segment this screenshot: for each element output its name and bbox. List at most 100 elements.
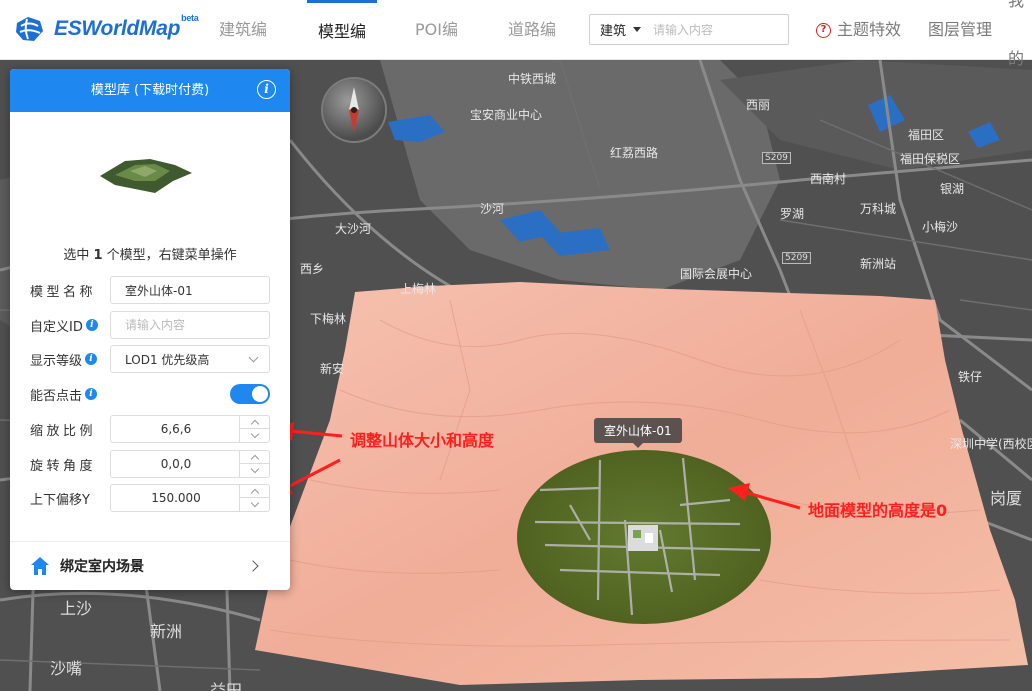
custom-id-field[interactable] — [110, 311, 270, 339]
offset-label: 上下偏移Y — [30, 492, 90, 508]
chevron-up-icon[interactable] — [240, 451, 269, 464]
chevron-down-icon[interactable] — [240, 498, 269, 511]
lod-label-text: 显示等级 — [30, 353, 83, 369]
selection-prefix: 选中 — [63, 248, 94, 263]
map-label: 深圳中学(西校区) — [950, 437, 1032, 451]
offset-value[interactable]: 150.000 — [111, 485, 241, 511]
compass-needle-icon — [349, 87, 359, 133]
map-label: 西丽 — [746, 98, 771, 112]
model-name-row: 模型名称 室外山体-01 — [30, 276, 270, 304]
scale-label: 缩放比例 — [30, 423, 97, 439]
theme-effects-label: 主题特效 — [837, 20, 902, 39]
road-badge: S209 — [762, 152, 791, 164]
map-label: 上梅林 — [400, 282, 437, 296]
rotation-stepper[interactable]: 0,0,0 — [110, 450, 270, 478]
road-badge: 5209 — [782, 252, 811, 264]
logo-text: ESWorldMapbeta — [54, 13, 199, 40]
bind-indoor-scene-button[interactable]: 绑定室内场景 — [10, 541, 290, 590]
map-label: 西乡 — [300, 262, 325, 276]
map-label: 益田 — [210, 681, 243, 691]
map-label: 上沙 — [60, 599, 93, 618]
map-label: 小梅沙 — [922, 220, 959, 234]
map-label: 宝安商业中心 — [470, 108, 543, 122]
tab-road[interactable]: 道路编 — [508, 0, 556, 60]
map-label: 中铁西城 — [508, 72, 557, 86]
scale-stepper[interactable]: 6,6,6 — [110, 415, 270, 443]
model-name-value: 室外山体-01 — [125, 283, 193, 298]
home-icon — [31, 557, 49, 575]
panel-title: 模型库 (下载时付费) — [90, 83, 210, 98]
chevron-up-icon[interactable] — [240, 485, 269, 498]
annotation-ground-height: 地面模型的高度是0 — [808, 501, 948, 520]
chevron-down-icon[interactable] — [240, 429, 269, 442]
lod-value: LOD1 优先级高 — [125, 352, 210, 367]
panel-header: 模型库 (下载时付费) i — [10, 69, 290, 112]
compass-button[interactable] — [323, 79, 385, 141]
stepper-buttons — [239, 485, 269, 511]
lod-select[interactable]: LOD1 优先级高 — [110, 345, 270, 373]
clickable-label: 能否点击 i — [30, 385, 110, 404]
rotation-row: 旋转角度 0,0,0 — [30, 450, 270, 478]
my-menu-button[interactable]: 我的 — [1008, 0, 1032, 68]
rotation-label: 旋转角度 — [30, 458, 97, 474]
info-icon[interactable]: i — [85, 388, 98, 400]
lod-label: 显示等级 i — [30, 350, 110, 369]
selection-info: 选中 1 个模型，右键菜单操作 — [10, 244, 290, 263]
custom-id-label-text: 自定义ID — [30, 319, 83, 335]
stepper-buttons — [239, 416, 269, 442]
map-label: 铁仔 — [958, 370, 983, 384]
map-label: 西南村 — [810, 172, 847, 186]
clickable-toggle[interactable] — [230, 384, 270, 404]
map-label: 岗厦 — [990, 489, 1023, 508]
chevron-down-icon[interactable] — [240, 464, 269, 477]
theme-effects-button[interactable]: ? 主题特效 — [816, 0, 901, 60]
model-name-label: 模型名称 — [30, 284, 97, 300]
tab-model[interactable]: 模型编 — [307, 0, 377, 60]
chevron-right-icon — [247, 560, 259, 572]
map-label: 沙河 — [480, 202, 505, 216]
search-type-select[interactable]: 建筑 — [590, 20, 642, 39]
search-box: 建筑 — [589, 14, 789, 45]
info-icon[interactable]: i — [257, 80, 276, 99]
offset-row: 上下偏移Y 150.000 — [30, 484, 270, 512]
top-bar: ESWorldMapbeta 建筑编 模型编 POI编 道路编 建筑 ? 主题特… — [0, 0, 1032, 68]
annotation-adjust-size: 调整山体大小和高度 — [350, 431, 495, 450]
clickable-row: 能否点击 i — [30, 380, 270, 408]
globe-logo-icon — [16, 17, 43, 41]
map-label: 银湖 — [940, 182, 965, 196]
tab-poi[interactable]: POI编 — [415, 0, 458, 60]
map-label: 沙嘴 — [50, 659, 83, 678]
info-icon[interactable]: i — [85, 319, 98, 331]
clickable-label-text: 能否点击 — [30, 388, 83, 404]
bind-indoor-scene-label: 绑定室内场景 — [60, 559, 144, 575]
custom-id-row: 自定义ID i — [30, 311, 270, 339]
offset-stepper[interactable]: 150.000 — [110, 484, 270, 512]
map-label: 万科城 — [860, 202, 897, 216]
scale-value[interactable]: 6,6,6 — [111, 416, 241, 442]
selection-count: 1 — [93, 248, 103, 263]
layer-manager-button[interactable]: 图层管理 — [928, 0, 992, 60]
search-input[interactable] — [653, 22, 774, 37]
model-name-tooltip: 室外山体-01 — [594, 418, 682, 448]
map-label: 福田区 — [908, 128, 945, 142]
model-library-panel: 模型库 (下载时付费) i 选中 1 个模型，右键菜单操作 模型名称 室外山体-… — [10, 69, 290, 590]
stepper-buttons — [239, 451, 269, 477]
map-label: 大沙河 — [335, 222, 372, 236]
info-icon[interactable]: i — [85, 353, 98, 365]
caret-down-icon — [633, 27, 642, 32]
chevron-up-icon[interactable] — [240, 416, 269, 429]
rotation-value[interactable]: 0,0,0 — [111, 451, 241, 477]
custom-id-input[interactable] — [125, 318, 255, 332]
map-label: 红荔西路 — [610, 146, 659, 160]
model-name-field[interactable]: 室外山体-01 — [110, 276, 270, 304]
question-icon: ? — [816, 22, 831, 38]
custom-id-label: 自定义ID i — [30, 316, 110, 335]
logo[interactable]: ESWorldMapbeta — [14, 13, 199, 44]
chevron-down-icon — [248, 352, 259, 363]
map-label: 新洲站 — [860, 257, 897, 271]
model-thumbnail — [100, 159, 192, 193]
map-label: 罗湖 — [780, 207, 805, 221]
map-label: 福田保税区 — [900, 152, 961, 166]
tab-building[interactable]: 建筑编 — [219, 0, 267, 60]
lod-row: 显示等级 i LOD1 优先级高 — [30, 345, 270, 373]
